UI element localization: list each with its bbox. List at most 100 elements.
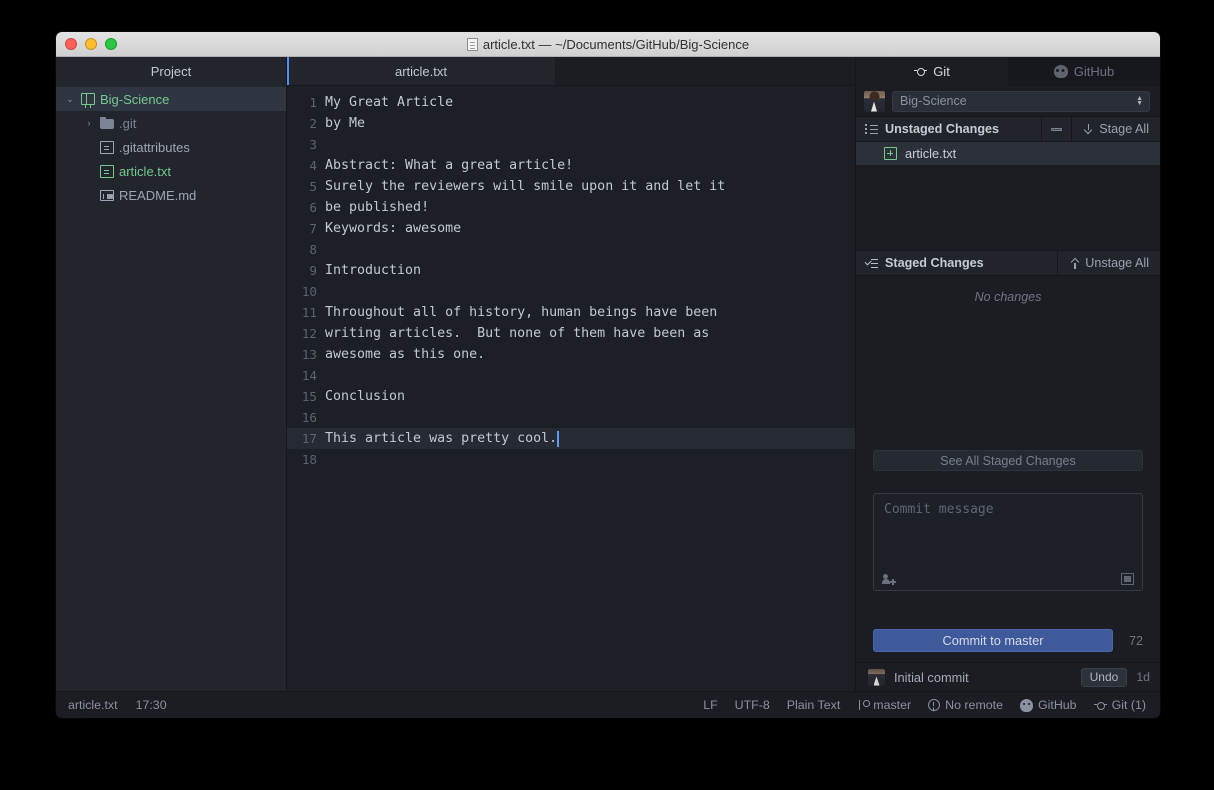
editor-line: 10 <box>287 281 855 302</box>
status-git-label: Git (1) <box>1111 698 1146 712</box>
editor-line: 9 Introduction <box>287 260 855 281</box>
tree-item-article-txt[interactable]: article.txt <box>56 159 286 183</box>
stage-all-button[interactable]: Stage All <box>1071 117 1160 141</box>
collapse-unstaged-button[interactable] <box>1041 117 1071 141</box>
line-number: 10 <box>301 284 317 299</box>
editor-line: 2 by Me <box>287 113 855 134</box>
status-bar-right: LF UTF-8 Plain Text master No remote Git… <box>703 698 1146 712</box>
editor-line: 18 <box>287 449 855 470</box>
editor-line: 11 Throughout all of history, human bein… <box>287 302 855 323</box>
status-cursor-position[interactable]: 17:30 <box>136 698 167 712</box>
tree-item-git[interactable]: › .git <box>56 111 286 135</box>
status-file-name[interactable]: article.txt <box>68 698 118 712</box>
git-commit-icon <box>914 66 927 77</box>
minimize-button[interactable] <box>85 38 97 50</box>
editor-line: 7 Keywords: awesome <box>287 218 855 239</box>
unstaged-title: Unstaged Changes <box>885 122 1000 136</box>
warning-icon <box>928 699 941 711</box>
line-text: My Great Article <box>325 95 454 110</box>
undo-label: Undo <box>1089 670 1119 684</box>
line-text: This article was pretty cool. <box>325 431 558 446</box>
chevron-right-icon[interactable]: › <box>83 118 95 128</box>
add-coauthor-icon[interactable] <box>881 573 896 585</box>
status-grammar[interactable]: Plain Text <box>787 698 841 712</box>
editor-window: article.txt — ~/Documents/GitHub/Big-Sci… <box>56 32 1160 718</box>
editor-tabbar: article.txt <box>287 57 855 86</box>
line-text: be published! <box>325 200 430 215</box>
dash-icon <box>1051 127 1063 131</box>
staged-empty-text: No changes <box>974 290 1042 304</box>
undo-commit-button[interactable]: Undo <box>1080 667 1128 687</box>
github-mark-icon <box>1020 698 1033 712</box>
line-text: Keywords: awesome <box>325 221 462 236</box>
status-github-label: GitHub <box>1038 698 1077 712</box>
tree-item-label: article.txt <box>119 163 172 179</box>
expand-editor-icon[interactable] <box>1121 573 1134 585</box>
editor-line: 8 <box>287 239 855 260</box>
status-branch-label: master <box>873 698 912 712</box>
editor-line: 3 <box>287 134 855 155</box>
tree-item-label: Big-Science <box>100 91 170 107</box>
line-number: 11 <box>301 305 317 320</box>
plus-box-icon <box>884 147 897 160</box>
tree-item-label: .gitattributes <box>119 139 190 155</box>
tree-item-gitattributes[interactable]: .gitattributes <box>56 135 286 159</box>
editor-line: 5 Surely the reviewers will smile upon i… <box>287 176 855 197</box>
editor-pane: article.txt 1 My Great Article 2 by Me 3 <box>287 57 855 691</box>
tab-github[interactable]: GitHub <box>1008 57 1160 86</box>
project-tree-pane: Project ⌄ Big-Science › .git .gitattribu… <box>56 57 287 691</box>
tab-label: article.txt <box>394 63 447 79</box>
document-icon <box>466 37 478 51</box>
chevron-updown-icon[interactable]: ▲ ▼ <box>1136 95 1143 107</box>
line-number: 6 <box>309 200 317 215</box>
branch-icon <box>857 699 870 711</box>
list-item[interactable]: article.txt <box>856 142 1160 165</box>
unstaged-title-area: Unstaged Changes <box>856 122 1041 136</box>
status-branch[interactable]: master <box>857 698 911 712</box>
upload-icon <box>1069 258 1080 269</box>
tab-git[interactable]: Git <box>856 57 1008 86</box>
chevron-down-icon[interactable]: ⌄ <box>64 94 76 104</box>
status-github[interactable]: GitHub <box>1020 698 1077 712</box>
commit-message-input[interactable]: Commit message <box>873 493 1143 591</box>
repository-select[interactable]: Big-Science ▲ ▼ <box>892 90 1150 112</box>
commit-box-footer <box>881 573 1134 585</box>
line-number: 1 <box>309 95 317 110</box>
tab-article-txt[interactable]: article.txt <box>287 57 555 85</box>
list-unordered-icon <box>865 124 878 134</box>
tree-item-readme-md[interactable]: README.md <box>56 183 286 207</box>
text-cursor <box>557 430 559 447</box>
line-number: 4 <box>309 158 317 173</box>
maximize-button[interactable] <box>105 38 117 50</box>
line-number: 5 <box>309 179 317 194</box>
window-titlebar: article.txt — ~/Documents/GitHub/Big-Sci… <box>56 32 1160 57</box>
editor-line-active: 17 This article was pretty cool. <box>287 428 855 449</box>
github-mark-icon <box>1053 64 1068 78</box>
stage-all-label: Stage All <box>1099 122 1149 136</box>
status-bar: article.txt 17:30 LF UTF-8 Plain Text ma… <box>56 691 1160 718</box>
commit-area: Commit message <box>856 483 1160 619</box>
see-all-staged-changes-button[interactable]: See All Staged Changes <box>873 450 1143 471</box>
unstage-all-button[interactable]: Unstage All <box>1057 251 1160 275</box>
text-editor[interactable]: 1 My Great Article 2 by Me 3 4 Abstract:… <box>287 86 855 691</box>
status-remote[interactable]: No remote <box>928 698 1003 712</box>
tab-github-label: GitHub <box>1073 63 1115 79</box>
close-button[interactable] <box>65 38 77 50</box>
project-tree-list: ⌄ Big-Science › .git .gitattributes arti… <box>56 86 286 691</box>
tree-item-big-science[interactable]: ⌄ Big-Science <box>56 87 286 111</box>
line-text: awesome as this one. <box>325 347 486 362</box>
staged-changes-header: Staged Changes Unstage All <box>856 250 1160 276</box>
editor-line: 15 Conclusion <box>287 386 855 407</box>
status-encoding[interactable]: UTF-8 <box>735 698 770 712</box>
status-git[interactable]: Git (1) <box>1093 698 1146 712</box>
line-number: 3 <box>309 137 317 152</box>
window-body: Project ⌄ Big-Science › .git .gitattribu… <box>56 57 1160 691</box>
unstaged-file-name: article.txt <box>905 146 957 161</box>
tab-git-label: Git <box>933 63 950 79</box>
editor-line: 13 awesome as this one. <box>287 344 855 365</box>
status-line-ending[interactable]: LF <box>703 698 717 712</box>
line-number: 9 <box>309 263 317 278</box>
recent-commit-row[interactable]: Initial commit Undo 1d <box>856 662 1160 691</box>
commit-to-master-button[interactable]: Commit to master <box>873 629 1113 652</box>
staged-title-area: Staged Changes <box>856 256 1057 270</box>
